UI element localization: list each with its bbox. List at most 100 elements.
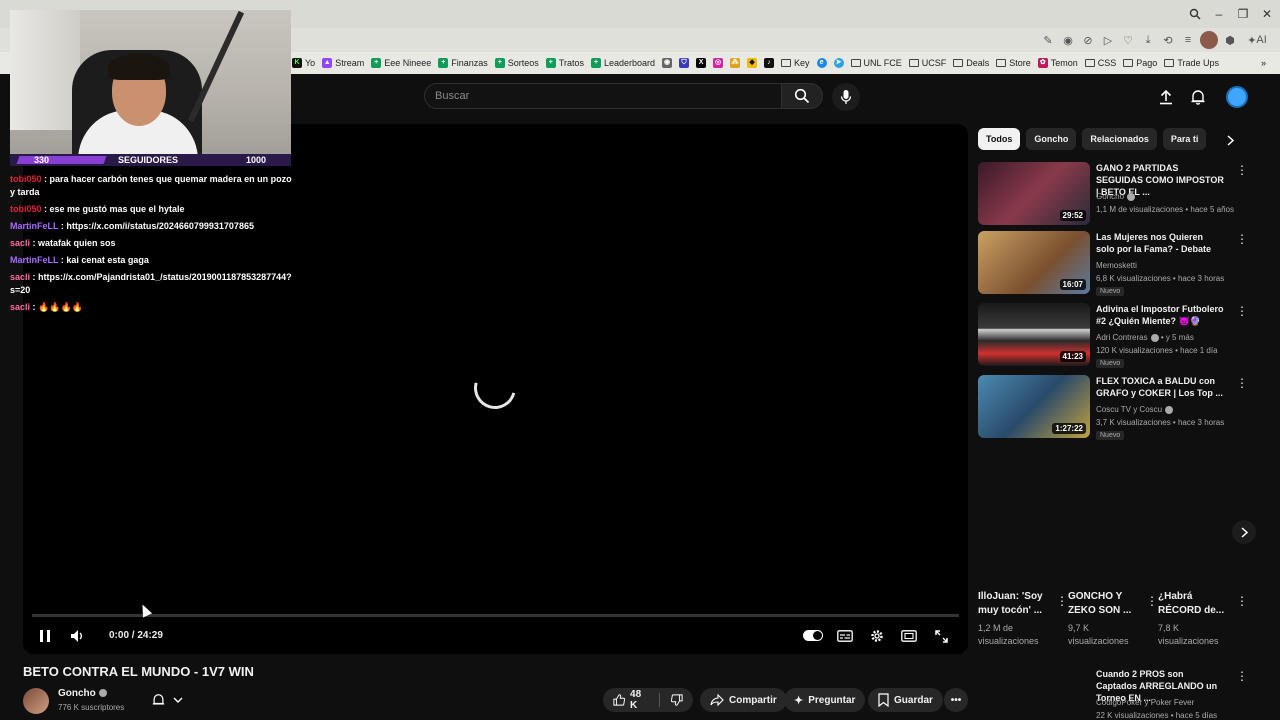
short-item[interactable]: GONCHO Y ZEKO SON ... 9,7 K visualizacio…: [1068, 590, 1158, 648]
like-button[interactable]: 48 K: [603, 688, 693, 712]
heart-icon[interactable]: ♡: [1120, 32, 1136, 48]
channel-name[interactable]: Adri Contreras: [1096, 333, 1148, 342]
voice-search-button[interactable]: [832, 83, 860, 111]
profile-avatar-icon[interactable]: [1200, 31, 1218, 49]
autoplay-toggle[interactable]: [803, 630, 823, 641]
shorts-next-button[interactable]: [1232, 520, 1256, 544]
recommendation-item[interactable]: 29:52 GANO 2 PARTIDAS SEGUIDAS COMO IMPO…: [978, 162, 1268, 226]
bookmark-key[interactable]: Key: [781, 58, 810, 68]
kebab-menu-icon[interactable]: ⋮: [1236, 303, 1248, 319]
short-item[interactable]: IlloJuan: 'Soy muy tocón' ... 1,2 M de v…: [978, 590, 1068, 648]
short-title[interactable]: GONCHO Y ZEKO SON ...: [1068, 590, 1146, 618]
progress-bar[interactable]: [32, 614, 959, 617]
subtitles-button[interactable]: [835, 626, 855, 646]
history-icon[interactable]: ⟲: [1160, 32, 1176, 48]
bookmark-ucsf[interactable]: UCSF: [908, 58, 946, 68]
bookmark-unl-fce[interactable]: UNL FCE: [850, 58, 902, 68]
chip-todos[interactable]: Todos: [978, 128, 1021, 150]
block-icon[interactable]: ⊘: [1080, 32, 1096, 48]
camera-icon[interactable]: ◉: [1060, 32, 1076, 48]
minimize-icon[interactable]: –: [1210, 5, 1228, 23]
kebab-menu-icon[interactable]: ⋮: [1146, 594, 1158, 608]
restore-icon[interactable]: ❐: [1234, 5, 1252, 23]
upload-button[interactable]: [1155, 86, 1177, 108]
video-thumbnail[interactable]: 29:52: [978, 162, 1090, 225]
bookmark-x[interactable]: X: [696, 58, 707, 68]
more-actions-button[interactable]: •••: [944, 688, 968, 712]
kebab-menu-icon[interactable]: ⋮: [1236, 668, 1248, 684]
kebab-menu-icon[interactable]: ⋮: [1236, 375, 1248, 391]
subscription-bell-button[interactable]: [143, 688, 191, 712]
bookmark-binance[interactable]: ◆: [747, 58, 758, 68]
bookmark-telegram[interactable]: ➤: [833, 58, 844, 68]
bookmark-trade-ups[interactable]: Trade Ups: [1164, 58, 1219, 68]
channel-avatar[interactable]: [23, 688, 49, 714]
bookmark-tratos[interactable]: + Tratos: [545, 58, 584, 68]
recommendation-channel[interactable]: Coscu TV y Coscu: [1096, 405, 1174, 414]
ai-button[interactable]: ✦ AI: [1242, 32, 1272, 48]
ask-button[interactable]: ✦ Preguntar: [784, 688, 866, 712]
play-icon[interactable]: ▷: [1100, 32, 1116, 48]
channel-name[interactable]: Goncho: [58, 688, 96, 699]
menu-icon[interactable]: ≡: [1180, 32, 1196, 48]
bookmark-css[interactable]: CSS: [1084, 58, 1116, 68]
share-button[interactable]: Compartir: [700, 688, 787, 712]
bookmark-yo[interactable]: K Yo: [292, 58, 315, 68]
bookmark-stream[interactable]: ▲ Stream: [322, 58, 364, 68]
kebab-menu-icon[interactable]: ⋮: [1236, 231, 1248, 247]
video-thumbnail[interactable]: 41:23: [978, 303, 1090, 366]
theater-mode-button[interactable]: [899, 626, 919, 646]
recommendation-channel[interactable]: Memosketti: [1096, 261, 1137, 270]
recommendation-title[interactable]: FLEX TOXICA a BALDU con GRAFO y COKER | …: [1096, 375, 1224, 399]
recommendation-title[interactable]: Adivina el Impostor Futbolero #2 ¿Quién …: [1096, 303, 1224, 327]
recommendation-channel[interactable]: Goncho: [1096, 192, 1136, 201]
channel-name-wrap[interactable]: Goncho: [58, 688, 107, 699]
extensions-icon[interactable]: ⬢: [1222, 32, 1238, 48]
bookmark-deals[interactable]: Deals: [953, 58, 989, 68]
short-title[interactable]: ¿Habrá RÉCORD de...: [1158, 590, 1236, 618]
settings-button[interactable]: [867, 626, 887, 646]
bookmark-sorteos[interactable]: + Sorteos: [494, 58, 539, 68]
short-title[interactable]: IlloJuan: 'Soy muy tocón' ...: [978, 590, 1056, 618]
edit-icon[interactable]: ✎: [1040, 32, 1056, 48]
bookmark-instagram[interactable]: ◎: [713, 58, 724, 68]
close-icon[interactable]: ✕: [1258, 5, 1276, 23]
bookmark-edge[interactable]: e: [816, 58, 827, 68]
bookmarks-overflow-icon[interactable]: »: [1261, 58, 1266, 68]
search-button[interactable]: [781, 83, 823, 109]
video-thumbnail[interactable]: 1:27:22: [978, 375, 1090, 438]
download-icon[interactable]: ⤓: [1140, 32, 1156, 48]
recommendation-channel[interactable]: CodigoPoker y Poker Fever: [1096, 698, 1194, 707]
short-item[interactable]: ¿Habrá RÉCORD de... 7,8 K visualizacione…: [1158, 590, 1248, 648]
bookmark-eee-nineee[interactable]: + Eee Nineee: [371, 58, 431, 68]
chip-relacionados[interactable]: Relacionados: [1082, 128, 1157, 150]
volume-button[interactable]: [68, 626, 88, 646]
channel-name[interactable]: Goncho: [1096, 192, 1124, 201]
video-thumbnail[interactable]: 16:07: [978, 231, 1090, 294]
bookmark-tiktok[interactable]: ♪: [764, 58, 775, 68]
recommendation-title[interactable]: Las Mujeres nos Quieren solo por la Fama…: [1096, 231, 1224, 255]
bookmark-shield[interactable]: ⛉: [679, 58, 690, 68]
chip-goncho[interactable]: Goncho: [1026, 128, 1077, 150]
bookmark-apps[interactable]: ⁂: [730, 58, 741, 68]
search-tabs-icon[interactable]: [1186, 5, 1204, 23]
pause-button[interactable]: [35, 626, 55, 646]
recommendation-item[interactable]: 41:23 Adivina el Impostor Futbolero #2 ¿…: [978, 303, 1268, 368]
notifications-button[interactable]: [1187, 86, 1209, 108]
save-button[interactable]: Guardar: [868, 688, 943, 712]
bookmark-finanzas[interactable]: + Finanzas: [438, 58, 488, 68]
account-avatar[interactable]: [1226, 86, 1248, 108]
chips-next-button[interactable]: [1222, 132, 1238, 148]
recommendation-channel[interactable]: Adri Contreras • y 5 más: [1096, 333, 1194, 342]
channel-name[interactable]: Coscu TV y Coscu: [1096, 405, 1162, 414]
search-input[interactable]: Buscar: [424, 83, 782, 109]
chip-para-ti[interactable]: Para ti: [1162, 128, 1207, 150]
bookmark-pago[interactable]: Pago: [1123, 58, 1157, 68]
fullscreen-button[interactable]: [931, 626, 951, 646]
recommendation-item[interactable]: Cuando 2 PROS son Captados ARREGLANDO un…: [978, 668, 1268, 720]
recommendation-item[interactable]: 16:07 Las Mujeres nos Quieren solo por l…: [978, 231, 1268, 296]
kebab-menu-icon[interactable]: ⋮: [1236, 162, 1248, 178]
bookmark-store[interactable]: Store: [996, 58, 1031, 68]
kebab-menu-icon[interactable]: ⋮: [1056, 594, 1068, 608]
bookmark-discord[interactable]: ◉: [662, 58, 673, 68]
